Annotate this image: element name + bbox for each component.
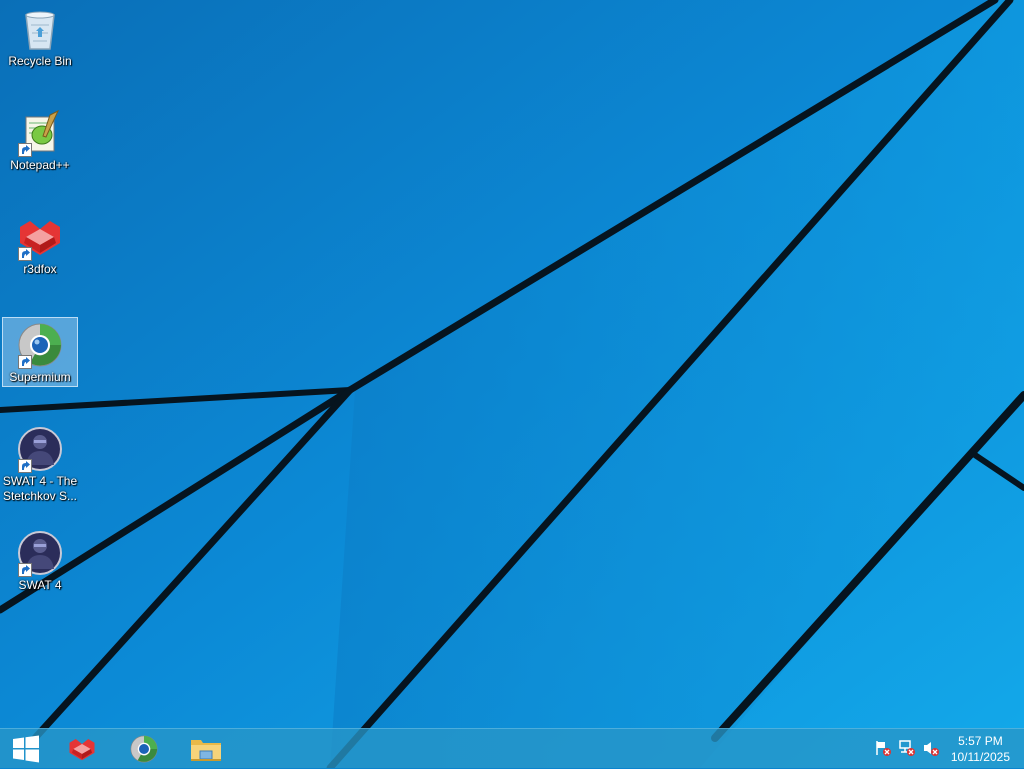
desktop-icon-swat4-stetchkov[interactable]: SWAT 4 - The Stetchkov S... bbox=[2, 422, 78, 506]
desktop-icon-label: SWAT 4 - The Stetchkov S... bbox=[2, 474, 78, 503]
swat4-stetchkov-icon bbox=[16, 425, 64, 473]
notepad-plus-plus-icon bbox=[16, 109, 64, 157]
supermium-icon bbox=[129, 734, 159, 764]
network-icon[interactable] bbox=[898, 739, 916, 757]
start-button[interactable] bbox=[0, 729, 52, 769]
taskbar-r3dfox-button[interactable] bbox=[55, 729, 109, 769]
desktop-icon-notepad-plus-plus[interactable]: Notepad++ bbox=[2, 106, 78, 176]
shortcut-arrow-icon bbox=[18, 563, 32, 577]
shortcut-arrow-icon bbox=[18, 459, 32, 473]
shortcut-arrow-icon bbox=[18, 247, 32, 261]
desktop-icon-label: Notepad++ bbox=[10, 158, 70, 172]
desktop-icon-supermium[interactable]: Supermium bbox=[2, 317, 78, 387]
clock-time: 5:57 PM bbox=[958, 734, 1003, 748]
clock-date: 10/11/2025 bbox=[950, 750, 1010, 764]
taskbar-clock[interactable]: 5:57 PM 10/11/2025 bbox=[951, 733, 1010, 765]
desktop-icon-label: Supermium bbox=[9, 370, 71, 384]
taskbar: 5:57 PM 10/11/2025 bbox=[0, 728, 1024, 768]
action-center-flag-icon[interactable] bbox=[874, 739, 892, 757]
desktop-icon-recycle-bin[interactable]: Recycle Bin bbox=[2, 2, 78, 72]
desktop-icon-label: Recycle Bin bbox=[8, 54, 72, 68]
desktop-icon-swat4[interactable]: SWAT 4 bbox=[2, 526, 78, 596]
windows-start-icon bbox=[12, 735, 40, 763]
shortcut-arrow-icon bbox=[18, 143, 32, 157]
taskbar-supermium-button[interactable] bbox=[117, 729, 171, 769]
r3dfox-icon bbox=[65, 734, 99, 764]
desktop-icon-label: SWAT 4 bbox=[18, 578, 62, 592]
volume-muted-icon[interactable] bbox=[922, 739, 940, 757]
file-explorer-icon bbox=[190, 735, 222, 763]
supermium-icon bbox=[16, 321, 64, 369]
desktop-icon-label: r3dfox bbox=[23, 262, 57, 276]
shortcut-arrow-icon bbox=[18, 355, 32, 369]
desktop-wallpaper bbox=[0, 0, 1024, 768]
recycle-bin-icon bbox=[16, 5, 64, 53]
r3dfox-icon bbox=[16, 213, 64, 261]
desktop-icon-r3dfox[interactable]: r3dfox bbox=[2, 210, 78, 280]
taskbar-file-explorer-button[interactable] bbox=[179, 729, 233, 769]
swat4-icon bbox=[16, 529, 64, 577]
